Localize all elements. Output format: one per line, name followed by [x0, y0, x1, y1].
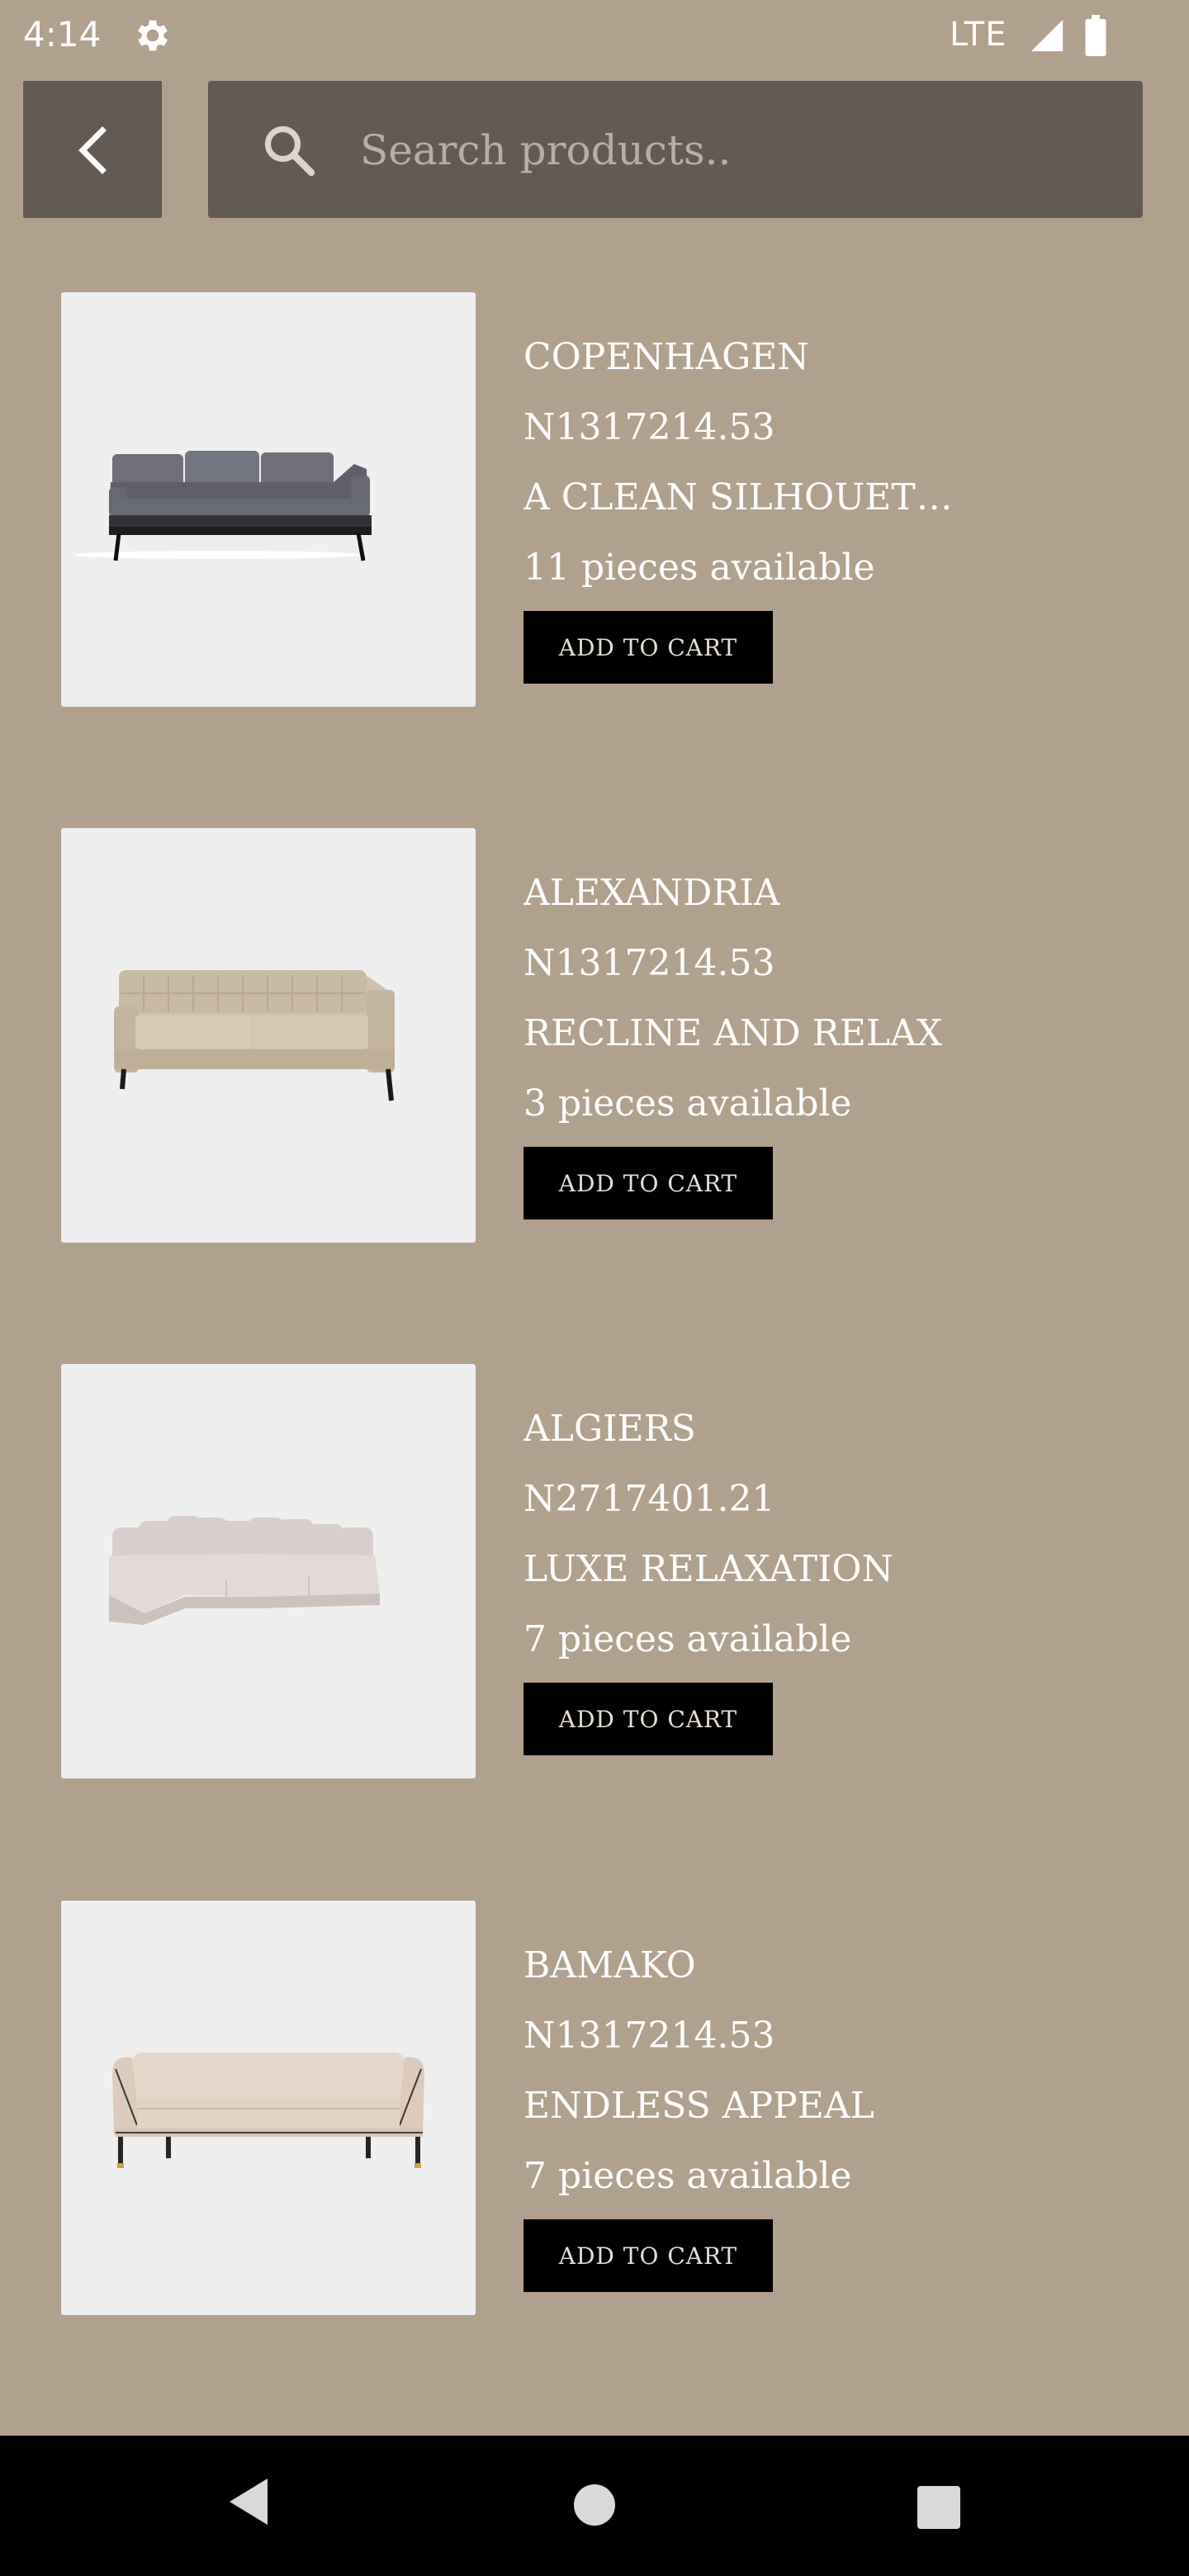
chevron-left-icon — [78, 126, 107, 174]
product-tagline: RECLINE AND RELAX — [523, 1012, 943, 1054]
product-price: N1317214.53 — [523, 2015, 775, 2057]
search-icon — [264, 125, 315, 177]
product-info: BAMAKO N1317214.53 ENDLESS APPEAL 7 piec… — [523, 1930, 1135, 2211]
product-card[interactable]: ALEXANDRIA N1317214.53 RECLINE AND RELAX… — [61, 828, 1135, 1243]
add-to-cart-button[interactable]: ADD TO CART — [523, 611, 773, 684]
search-input[interactable] — [358, 114, 1105, 187]
back-button[interactable] — [23, 81, 162, 218]
network-type: LTE — [950, 16, 1007, 54]
recents-square-icon[interactable] — [917, 2485, 961, 2530]
product-info: COPENHAGEN N1317214.53 A CLEAN SILHOUETT… — [523, 322, 1135, 603]
back-triangle-icon[interactable] — [225, 2475, 272, 2528]
product-info: ALEXANDRIA N1317214.53 RECLINE AND RELAX… — [523, 858, 1135, 1139]
product-info: ALGIERS N2717401.21 LUXE RELAXATION 7 pi… — [523, 1394, 1135, 1674]
signal-icon — [1030, 19, 1063, 52]
product-tagline: LUXE RELAXATION — [523, 1548, 893, 1590]
product-price: N1317214.53 — [523, 406, 775, 448]
home-circle-icon[interactable] — [573, 2484, 616, 2526]
add-to-cart-button[interactable]: ADD TO CART — [523, 2219, 773, 2292]
status-bar: 4:14 LTE — [0, 0, 1189, 69]
add-to-cart-button[interactable]: ADD TO CART — [523, 1683, 773, 1755]
product-name: ALGIERS — [523, 1408, 696, 1450]
product-card[interactable]: COPENHAGEN N1317214.53 A CLEAN SILHOUETT… — [61, 292, 1135, 707]
product-card[interactable]: BAMAKO N1317214.53 ENDLESS APPEAL 7 piec… — [61, 1901, 1135, 2315]
product-image[interactable] — [61, 1901, 476, 2315]
product-image[interactable] — [61, 1364, 476, 1778]
battery-icon — [1085, 15, 1106, 56]
product-image[interactable] — [61, 828, 476, 1243]
product-name: ALEXANDRIA — [523, 872, 780, 914]
product-availability: 11 pieces available — [523, 547, 875, 589]
system-nav-bar — [0, 2436, 1189, 2576]
status-time: 4:14 — [23, 14, 102, 54]
product-price: N1317214.53 — [523, 942, 775, 984]
product-availability: 7 pieces available — [523, 2155, 852, 2197]
product-availability: 7 pieces available — [523, 1618, 852, 1660]
gear-icon — [138, 20, 168, 51]
product-image[interactable] — [61, 292, 476, 707]
product-price: N2717401.21 — [523, 1478, 775, 1520]
product-tagline: A CLEAN SILHOUETT... — [523, 476, 969, 519]
product-availability: 3 pieces available — [523, 1082, 852, 1125]
product-tagline: ENDLESS APPEAL — [523, 2085, 874, 2127]
product-name: COPENHAGEN — [523, 336, 809, 378]
add-to-cart-button[interactable]: ADD TO CART — [523, 1147, 773, 1219]
product-name: BAMAKO — [523, 1944, 696, 1986]
search-bar[interactable] — [208, 81, 1143, 218]
product-card[interactable]: ALGIERS N2717401.21 LUXE RELAXATION 7 pi… — [61, 1364, 1135, 1778]
